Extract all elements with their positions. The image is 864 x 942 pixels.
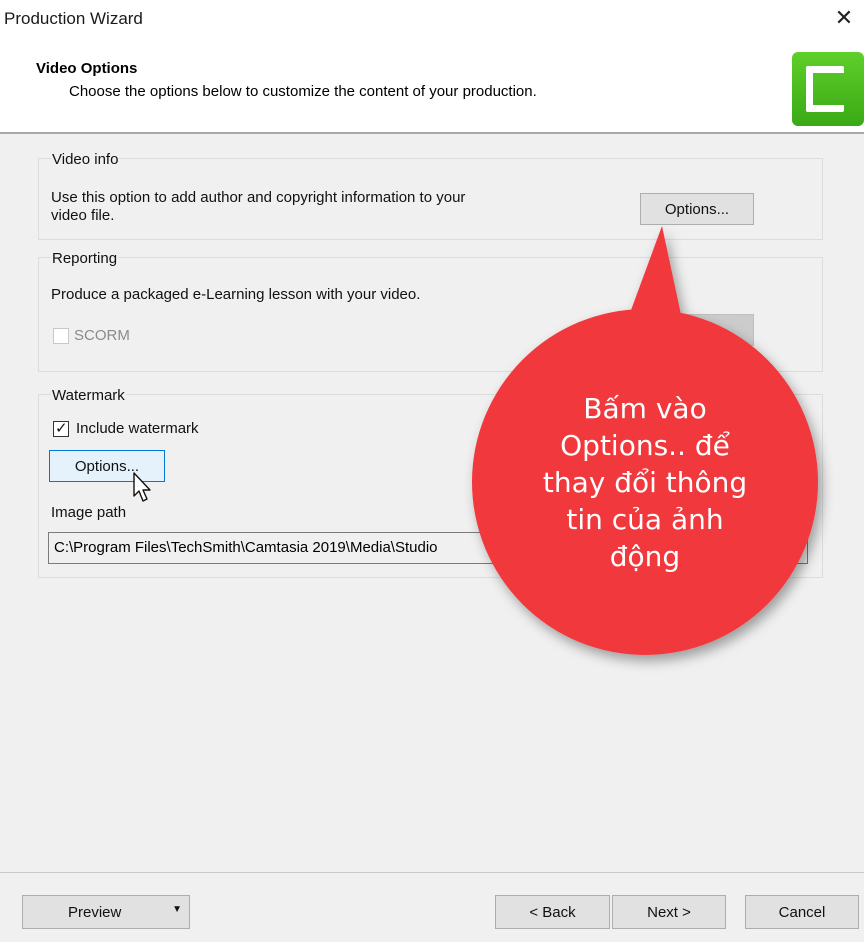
wizard-header: Video Options Choose the options below t… (0, 38, 864, 132)
back-button[interactable]: < Back (495, 895, 610, 929)
reporting-group: Reporting Produce a packaged e-Learning … (38, 250, 823, 372)
title-bar: Production Wizard ✕ (0, 0, 864, 38)
callout-line-4: tin của ảnh (566, 503, 724, 536)
dropdown-arrow-icon[interactable]: ▼ (172, 904, 182, 915)
wizard-footer: Preview ▼ < Back Next > Cancel (0, 873, 864, 942)
video-info-description-line1: Use this option to add author and copyri… (51, 189, 466, 206)
camtasia-logo-icon (792, 52, 864, 126)
callout-line-5: động (609, 540, 681, 573)
include-watermark-label: Include watermark (76, 420, 199, 437)
page-subtitle: Choose the options below to customize th… (69, 83, 537, 100)
reporting-label: Reporting (51, 250, 119, 267)
page-title: Video Options (36, 60, 138, 77)
next-button[interactable]: Next > (612, 895, 726, 929)
callout-text: Bấm vào Options.. để thay đổi thông tin … (500, 390, 790, 575)
callout-line-1: Bấm vào (583, 392, 707, 425)
preview-button-label: Preview (68, 903, 122, 921)
watermark-label: Watermark (51, 387, 126, 404)
video-info-options-button[interactable]: Options... (640, 193, 754, 225)
close-icon[interactable]: ✕ (830, 4, 858, 32)
scorm-checkbox[interactable] (53, 328, 69, 344)
include-watermark-checkbox[interactable]: ✓ (53, 420, 69, 437)
checkmark-icon: ✓ (55, 420, 68, 437)
cancel-button[interactable]: Cancel (745, 895, 859, 929)
scorm-label: SCORM (74, 327, 130, 344)
reporting-description: Produce a packaged e-Learning lesson wit… (51, 286, 421, 303)
mouse-cursor-icon (133, 472, 151, 502)
video-info-description-line2: video file. (51, 207, 115, 224)
scorm-options-button (640, 314, 754, 346)
callout-line-3: thay đổi thông (542, 466, 748, 499)
image-path-label: Image path (51, 504, 127, 521)
preview-button[interactable]: Preview ▼ (22, 895, 190, 929)
video-info-group: Video info Use this option to add author… (38, 151, 823, 240)
callout-line-2: Options.. để (560, 429, 730, 462)
window-title: Production Wizard (4, 9, 143, 28)
video-info-label: Video info (51, 151, 120, 168)
